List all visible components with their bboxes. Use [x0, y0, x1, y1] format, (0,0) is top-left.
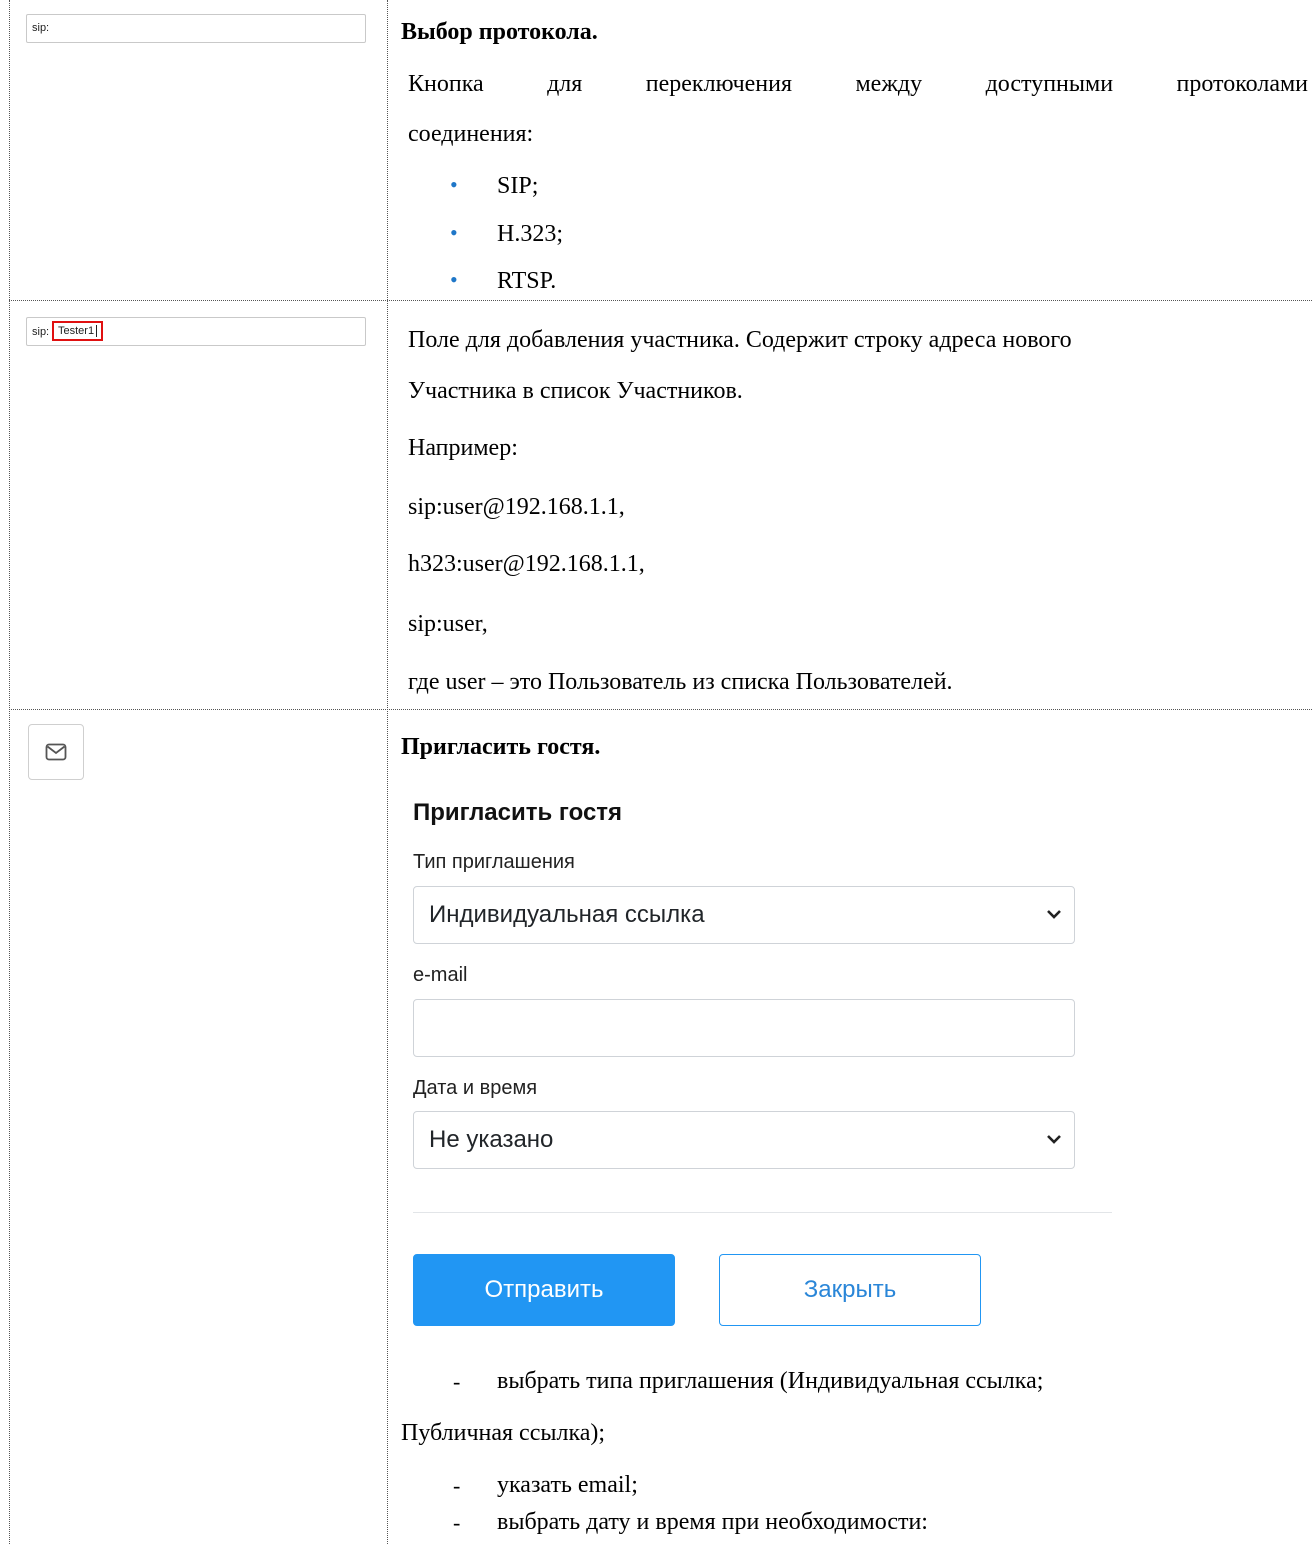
- datetime-value: Не указано: [429, 1126, 554, 1153]
- participant-address-field[interactable]: sip: Tester1: [26, 317, 366, 346]
- protocol-description-line1: Кнопка для переключения между доступными…: [408, 71, 1308, 97]
- protocol-description-line2: соединения:: [408, 121, 534, 147]
- invite-dialog-heading: Пригласить гостя: [413, 799, 623, 826]
- send-button[interactable]: Отправить: [413, 1254, 675, 1326]
- participant-description-line2: Участника в список Участников.: [408, 378, 743, 404]
- bullet: •: [450, 220, 458, 245]
- example-h323-address: h323:user@192.168.1.1,: [408, 551, 645, 577]
- participant-address-input[interactable]: Tester1: [52, 321, 104, 341]
- step-select-datetime: выбрать дату и время при необходимости:: [497, 1509, 928, 1535]
- list-dash: -: [453, 1473, 461, 1498]
- close-button[interactable]: Закрыть: [719, 1254, 981, 1326]
- protocol-item-rtsp: RTSP.: [497, 268, 557, 294]
- bullet: •: [450, 172, 458, 197]
- row-divider-1: [9, 300, 1312, 301]
- example-label: Например:: [408, 435, 518, 461]
- participant-address-value: Tester1: [58, 325, 95, 337]
- example-sip-address: sip:user@192.168.1.1,: [408, 494, 625, 520]
- row-divider-2: [9, 709, 1312, 710]
- datetime-select[interactable]: Не указано: [413, 1111, 1075, 1169]
- protocol-item-h323: H.323;: [497, 221, 563, 247]
- email-input[interactable]: [413, 999, 1075, 1057]
- protocol-selector-field[interactable]: sip:: [26, 14, 366, 43]
- chevron-down-icon: [1047, 1135, 1061, 1144]
- text-cursor: [96, 325, 98, 337]
- protocol-selector-text: sip:: [32, 22, 50, 34]
- envelope-icon: [45, 743, 67, 761]
- email-label: e-mail: [413, 964, 468, 986]
- table-border-left: [9, 0, 10, 1544]
- list-dash: -: [453, 1369, 461, 1394]
- bullet: •: [450, 267, 458, 292]
- table-column-divider: [387, 0, 388, 1544]
- protocol-item-sip: SIP;: [497, 173, 539, 199]
- invite-type-select[interactable]: Индивидуальная ссылка: [413, 886, 1075, 944]
- protocol-section-title: Выбор протокола.: [401, 19, 598, 45]
- list-dash: -: [453, 1510, 461, 1535]
- example-sip-user: sip:user,: [408, 611, 488, 637]
- dialog-footer-divider: [413, 1212, 1112, 1213]
- chevron-down-icon: [1047, 910, 1061, 919]
- participant-address-prefix: sip:: [32, 326, 50, 338]
- invite-section-title: Пригласить гостя.: [401, 734, 601, 760]
- invite-type-value: Индивидуальная ссылка: [429, 901, 705, 928]
- datetime-label: Дата и время: [413, 1077, 538, 1099]
- step-select-type-line2: Публичная ссылка);: [401, 1420, 606, 1446]
- step-select-type-line1: выбрать типа приглашения (Индивидуальная…: [497, 1368, 1044, 1394]
- participant-note: где user – это Пользователь из списка По…: [408, 669, 953, 695]
- invite-guest-button[interactable]: [28, 724, 84, 780]
- step-enter-email: указать email;: [497, 1472, 638, 1498]
- participant-description-line1: Поле для добавления участника. Содержит …: [408, 327, 1072, 353]
- invite-type-label: Тип приглашения: [413, 851, 575, 873]
